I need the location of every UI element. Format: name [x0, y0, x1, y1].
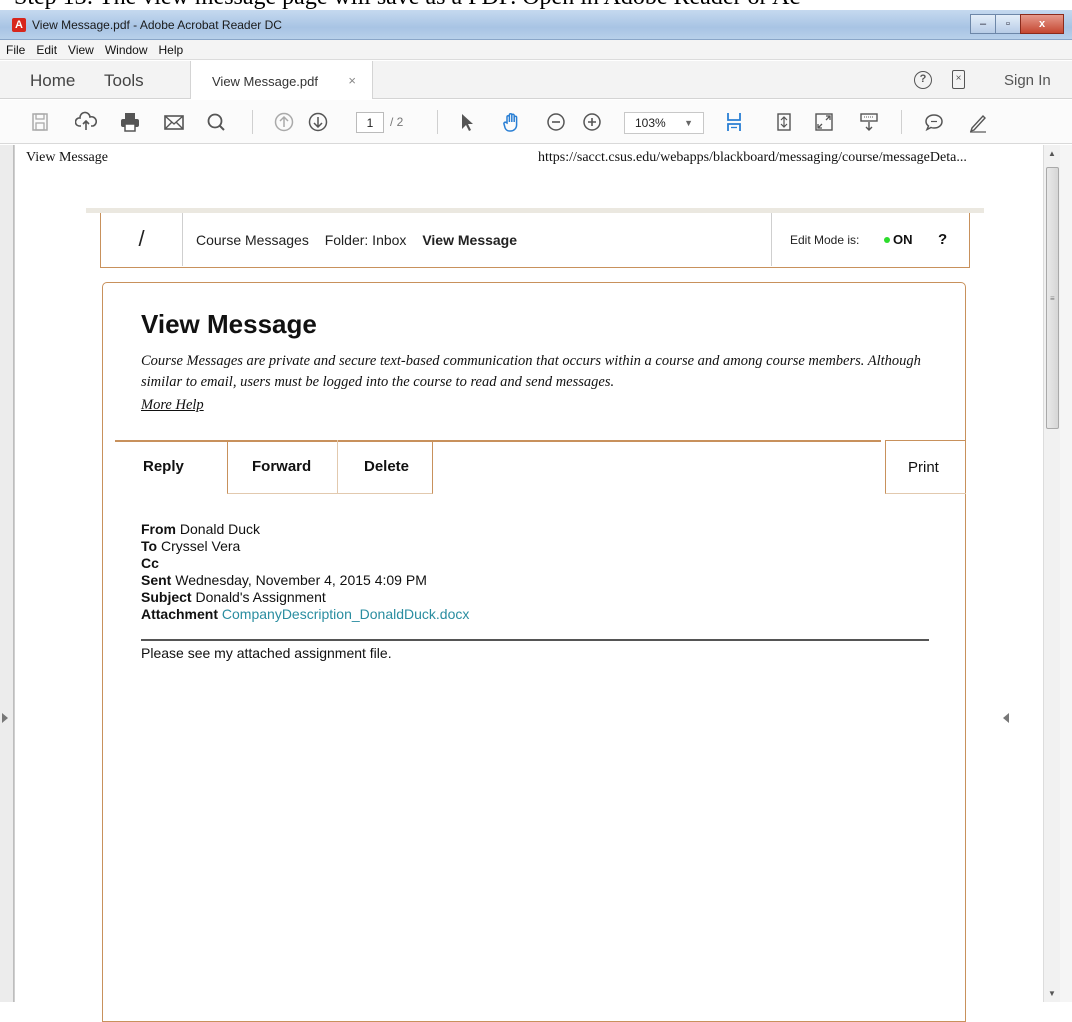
zoom-value: 103%	[635, 116, 666, 130]
save-icon[interactable]	[28, 110, 52, 134]
nav-tools[interactable]: Tools	[104, 71, 144, 91]
zoom-in-icon[interactable]	[580, 110, 604, 134]
reply-button[interactable]: Reply	[115, 440, 227, 494]
help-icon[interactable]: ?	[914, 71, 932, 89]
menu-window[interactable]: Window	[105, 43, 148, 57]
zoom-select[interactable]: 103% ▼	[624, 112, 704, 134]
full-screen-icon[interactable]	[812, 110, 836, 134]
edit-mode-state[interactable]: ON	[893, 232, 913, 247]
expand-left-pane-icon[interactable]	[2, 713, 8, 723]
tab-view-message[interactable]: View Message.pdf ×	[190, 61, 373, 99]
zoom-out-icon[interactable]	[544, 110, 568, 134]
pdf-page-header-url: https://sacct.csus.edu/webapps/blackboar…	[538, 150, 967, 165]
main-toolbar: / 2 103% ▼	[0, 100, 1072, 144]
page-title: View Message	[141, 309, 317, 339]
chevron-down-icon: ▼	[684, 118, 693, 128]
edit-mode-toggle[interactable]: Edit Mode is: ON ?	[771, 213, 969, 266]
tab-bar: Home Tools View Message.pdf × ? × Sign I…	[0, 61, 1072, 99]
message-body: Please see my attached assignment file.	[141, 645, 392, 661]
left-pane-collapsed[interactable]	[0, 145, 14, 1002]
fit-page-icon[interactable]	[772, 110, 796, 134]
fit-width-icon[interactable]	[722, 110, 746, 134]
scrollbar-thumb[interactable]: ≡	[1046, 167, 1059, 429]
status-dot-icon	[884, 237, 890, 243]
comment-icon[interactable]	[922, 110, 946, 134]
help-question-icon[interactable]: ?	[938, 231, 947, 248]
page-down-icon[interactable]	[306, 110, 330, 134]
page-up-icon[interactable]	[272, 110, 296, 134]
toolbar-divider	[252, 110, 253, 134]
page-description: Course Messages are private and secure t…	[141, 353, 921, 390]
tab-label: View Message.pdf	[212, 74, 318, 89]
expand-right-pane-icon[interactable]	[1003, 713, 1009, 723]
delete-button[interactable]: Delete	[338, 440, 433, 494]
toolbar-divider	[901, 110, 902, 134]
meta-subject: Subject Donald's Assignment	[141, 589, 326, 605]
breadcrumb-home-slash[interactable]: /	[101, 213, 183, 266]
sign-in-link[interactable]: Sign In	[1004, 72, 1051, 89]
page-total: / 2	[390, 115, 404, 129]
right-pane-collapsed	[1060, 145, 1072, 1002]
breadcrumb: / Course Messages Folder: Inbox View Mes…	[100, 213, 970, 268]
highlight-pen-icon[interactable]	[966, 110, 990, 134]
mobile-link-icon[interactable]: ×	[952, 70, 965, 89]
breadcrumb-trail: Course Messages Folder: Inbox View Messa…	[196, 232, 529, 248]
meta-to: To Cryssel Vera	[141, 538, 241, 554]
meta-from: From Donald Duck	[141, 521, 261, 537]
grip-icon: ≡	[1050, 294, 1055, 303]
breadcrumb-item-course-messages[interactable]: Course Messages	[196, 232, 309, 248]
tab-close-icon[interactable]: ×	[348, 73, 356, 88]
print-button[interactable]: Print	[885, 440, 966, 494]
print-icon[interactable]	[118, 110, 142, 134]
message-action-bar: Reply Forward Delete Print	[115, 440, 966, 494]
upload-icon[interactable]	[74, 110, 98, 134]
breadcrumb-item-current: View Message	[422, 232, 518, 248]
scroll-down-icon[interactable]: ▼	[1048, 989, 1056, 998]
document-caption: Step 13: The view message page will save…	[0, 0, 1072, 10]
window-controls: – ▫ x	[970, 14, 1064, 34]
read-mode-icon[interactable]	[857, 110, 881, 134]
maximize-button[interactable]: ▫	[995, 14, 1021, 34]
menu-help[interactable]: Help	[159, 43, 184, 57]
menu-bar: File Edit View Window Help	[0, 40, 1072, 60]
window-titlebar: A View Message.pdf - Adobe Acrobat Reade…	[0, 10, 1072, 40]
meta-divider	[141, 639, 929, 641]
edit-mode-label: Edit Mode is:	[790, 233, 860, 247]
search-icon[interactable]	[204, 110, 228, 134]
select-cursor-icon[interactable]	[455, 110, 479, 134]
toolbar-divider	[437, 110, 438, 134]
content-panel: View Message Course Messages are private…	[102, 282, 966, 1022]
nav-home[interactable]: Home	[30, 71, 75, 91]
message-meta: From Donald Duck To Cryssel Vera Cc Sent…	[141, 521, 469, 623]
menu-edit[interactable]: Edit	[36, 43, 57, 57]
email-icon[interactable]	[162, 110, 186, 134]
meta-cc: Cc	[141, 555, 159, 571]
meta-sent: Sent Wednesday, November 4, 2015 4:09 PM	[141, 572, 427, 588]
menu-file[interactable]: File	[6, 43, 25, 57]
acrobat-app-icon: A	[12, 18, 26, 32]
meta-attachment: Attachment CompanyDescription_DonaldDuck…	[141, 606, 470, 622]
window-title: View Message.pdf - Adobe Acrobat Reader …	[32, 18, 282, 32]
attachment-link[interactable]: CompanyDescription_DonaldDuck.docx	[222, 606, 469, 622]
more-help-link[interactable]: More Help	[141, 397, 204, 414]
hand-tool-icon[interactable]	[500, 110, 524, 134]
pdf-page-header-title: View Message	[26, 150, 108, 165]
menu-view[interactable]: View	[68, 43, 94, 57]
tab-bar-right: ? × Sign In	[902, 61, 1072, 99]
close-window-button[interactable]: x	[1020, 14, 1064, 34]
minimize-button[interactable]: –	[970, 14, 996, 34]
page-number-input[interactable]	[356, 112, 384, 133]
breadcrumb-item-folder[interactable]: Folder: Inbox	[325, 232, 407, 248]
forward-button[interactable]: Forward	[227, 440, 338, 494]
vertical-scrollbar[interactable]: ▲ ≡ ▼	[1043, 145, 1060, 1002]
scroll-up-icon[interactable]: ▲	[1048, 149, 1056, 158]
